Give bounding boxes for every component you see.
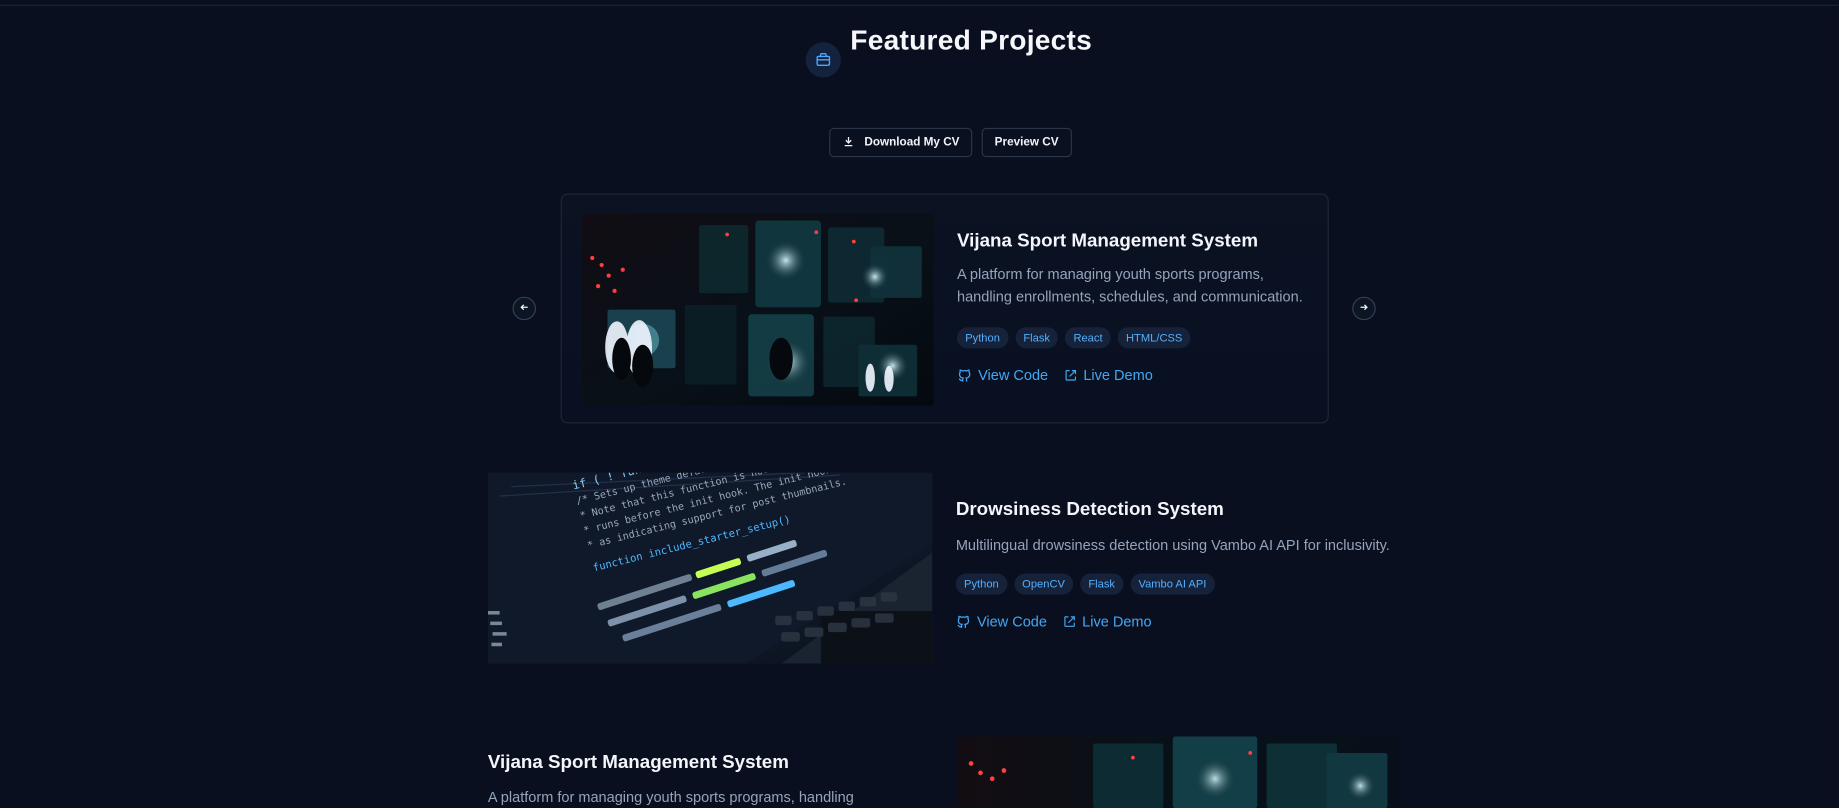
drowsiness-project-description: Multilingual drowsiness detection using … [955,537,1390,554]
tag-python: Python [955,573,1007,595]
third-project-description: A platform for managing youth sports pro… [487,789,854,806]
download-icon [842,134,855,150]
featured-project-description: A platform for managing youth sports pro… [957,264,1309,309]
third-project-image [957,736,1401,808]
tag-react: React [1065,327,1111,349]
drowsiness-project-title: Drowsiness Detection System [955,499,1224,520]
featured-project-image [581,213,934,406]
drowsiness-project-tags: Python OpenCV Flask Vambo AI API [955,573,1215,595]
github-icon [956,614,971,629]
featured-live-demo-link[interactable]: Live Demo [1063,367,1153,384]
featured-project-description-line-2: handling enrollments, schedules, and com… [957,288,1303,305]
carousel-prev-button[interactable] [512,296,536,321]
arrow-left-icon [518,298,530,319]
featured-view-code-link[interactable]: View Code [957,367,1049,384]
github-icon [957,368,972,383]
tag-html-css: HTML/CSS [1117,327,1191,349]
external-link-icon [1062,615,1076,629]
briefcase-icon [805,42,841,78]
tag-vambo-ai-api: Vambo AI API [1130,573,1215,595]
tag-flask: Flask [1015,327,1059,349]
top-divider [0,4,1839,6]
tag-flask: Flask [1080,573,1124,595]
drowsiness-live-demo-label: Live Demo [1082,613,1152,630]
featured-project-tags: Python Flask React HTML/CSS [957,327,1191,349]
tag-opencv: OpenCV [1013,573,1074,595]
featured-project-description-line-1: A platform for managing youth sports pro… [957,266,1264,283]
cv-actions: Download My CV Preview CV [829,127,1072,158]
preview-cv-button[interactable]: Preview CV [981,127,1072,158]
drowsiness-live-demo-link[interactable]: Live Demo [1062,613,1152,630]
drowsiness-project-image: if ( ! function_exists( /* Sets up theme… [487,472,933,664]
drowsiness-view-code-label: View Code [976,613,1047,630]
page-title: Featured Projects [850,24,1093,57]
featured-project-links: View Code Live Demo [957,367,1153,384]
carousel-next-button[interactable] [1352,296,1376,321]
portfolio-featured-projects: Featured Projects Download My CV Preview… [0,0,1839,808]
drowsiness-project-links: View Code Live Demo [956,613,1152,630]
download-cv-button[interactable]: Download My CV [829,127,973,158]
preview-cv-label: Preview CV [994,136,1059,149]
section-heading: Featured Projects [805,23,1093,78]
featured-view-code-label: View Code [978,367,1049,384]
third-project-title: Vijana Sport Management System [487,752,789,773]
featured-project-card: Vijana Sport Management System A platfor… [560,193,1329,424]
featured-project-title: Vijana Sport Management System [957,231,1259,251]
drowsiness-view-code-link[interactable]: View Code [956,613,1047,630]
external-link-icon [1063,368,1077,382]
download-cv-label: Download My CV [864,136,960,149]
arrow-right-icon [1358,298,1370,319]
tag-python: Python [957,327,1009,349]
featured-live-demo-label: Live Demo [1083,367,1153,384]
